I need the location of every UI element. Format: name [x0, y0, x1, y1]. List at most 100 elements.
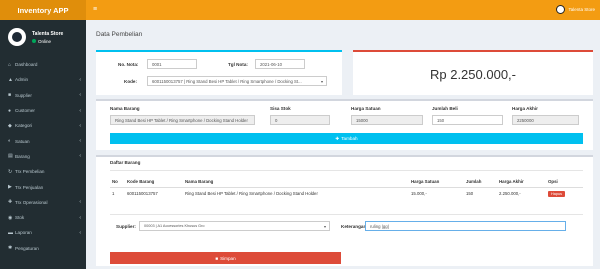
user-status: Online	[32, 39, 63, 44]
table-row: 1 6001150013757 Ring Stand Besi HP Tablet …	[110, 187, 583, 200]
user-panel: Talenta Store Online	[0, 20, 86, 54]
gear-icon: ✱	[8, 245, 13, 252]
sidebar-item-trx-penjualan[interactable]: ▶ Trx Penjualan	[0, 179, 86, 194]
column-header: Kode Barang	[125, 176, 183, 188]
sidebar-item-laporan[interactable]: ▬ Laporan ‹	[0, 225, 86, 240]
column-header: Harga Akhir	[497, 176, 546, 188]
sidebar-item-dashboard[interactable]: ⌂ Dashboard	[0, 57, 86, 72]
chevron-left-icon: ‹	[79, 199, 81, 206]
sisa-stok-label: Sisa Stok	[270, 106, 291, 111]
scale-icon: ◐	[8, 138, 12, 145]
sidebar-item-label: Customer	[15, 108, 35, 114]
cart-icon: ↻	[8, 168, 13, 175]
table-cell: 2.250.000,-	[499, 191, 521, 197]
sisa-stok-field[interactable]: 0	[270, 115, 330, 125]
harga-akhir-field[interactable]: 2250000	[512, 115, 579, 125]
chevron-left-icon: ‹	[79, 107, 81, 114]
truck-icon: ■	[8, 92, 12, 99]
detail-table: No Kode Barang Nama Barang Harga Satuan Juml…	[110, 176, 583, 200]
sidebar-item-label: Trx Pembelian	[15, 169, 45, 175]
nota-panel: No. Nota: 0001 Tgl Nota: 2021-06-10 Kode…	[96, 50, 342, 95]
total-panel: Rp 2.250.000,-	[353, 50, 593, 95]
user-menu[interactable]: Talenta Store	[556, 5, 595, 14]
kode-label: Kode:	[124, 79, 138, 84]
tag-icon: ◆	[8, 122, 12, 129]
sidebar-item-label: Laporan	[15, 230, 32, 236]
supplier-select-value: 00003 | A1 Accessories Khusus Gro	[144, 224, 205, 228]
chevron-down-icon: ▾	[320, 78, 323, 84]
user-icon: ▲	[8, 76, 13, 83]
sidebar: Talenta Store Online ⌂ Dashboard ▲ Admin ‹ ■ S…	[0, 20, 86, 269]
tgl-nota-field[interactable]: 2021-06-10	[255, 59, 305, 69]
sidebar-item-barang[interactable]: ▤ Barang ‹	[0, 149, 86, 164]
sidebar-item-trx-pembelian[interactable]: ↻ Trx Pembelian	[0, 164, 86, 179]
chevron-left-icon: ‹	[79, 92, 81, 99]
sidebar-menu: ⌂ Dashboard ▲ Admin ‹ ■ Supplier ‹ ● Customer ‹ ◆ Ka…	[0, 57, 86, 256]
sidebar-item-supplier[interactable]: ■ Supplier ‹	[0, 88, 86, 103]
sidebar-toggle-icon[interactable]: ≡	[93, 6, 97, 13]
kode-select[interactable]: 6001150013757 | Ring Stand Besi HP Table…	[147, 76, 327, 86]
chevron-left-icon: ‹	[79, 214, 81, 221]
no-nota-field[interactable]: 0001	[147, 59, 197, 69]
topbar-username: Talenta Store	[568, 7, 595, 12]
sidebar-item-admin[interactable]: ▲ Admin ‹	[0, 72, 86, 87]
hapus-button[interactable]: Hapus	[548, 190, 565, 197]
keterangan-input[interactable]: ruling |gg|	[365, 221, 566, 231]
kode-select-value: 6001150013757 | Ring Stand Besi HP Table…	[152, 78, 302, 84]
column-header: No	[110, 176, 125, 188]
sidebar-item-customer[interactable]: ● Customer ‹	[0, 103, 86, 118]
divider	[110, 214, 583, 215]
sidebar-item-label: Trx Penjualan	[15, 184, 44, 190]
sidebar-item-label: Satuan	[15, 138, 30, 144]
nama-barang-field[interactable]: Ring Stand Besi HP Tablet / Ring Smartph…	[110, 115, 255, 125]
jumlah-beli-label: Jumlah Beli	[432, 106, 458, 111]
user-avatar-icon	[556, 5, 566, 14]
daftar-barang-title: Daftar Barang	[110, 160, 141, 165]
chevron-left-icon: ‹	[79, 153, 81, 160]
tambah-button[interactable]: ✚ Tambah	[110, 133, 583, 144]
table-cell: Ring Stand Besi HP Tablet / Ring Smartph…	[185, 191, 318, 197]
avatar	[8, 28, 26, 46]
chevron-left-icon: ‹	[79, 122, 81, 129]
sidebar-item-label: Supplier	[15, 92, 32, 98]
sidebar-item-label: Stok	[15, 215, 25, 221]
total-amount: Rp 2.250.000,-	[429, 67, 516, 82]
sidebar-item-stok[interactable]: ◉ Stok ‹	[0, 210, 86, 225]
user-name: Talenta Store	[32, 30, 64, 37]
table-cell: Hapus	[546, 187, 583, 200]
sidebar-item-pengaturan[interactable]: ✱ Pengaturan	[0, 241, 86, 256]
online-dot-icon	[32, 39, 36, 43]
tambah-button-label: Tambah	[341, 136, 358, 141]
chevron-down-icon: ▾	[323, 223, 326, 229]
table-body: 1 6001150013757 Ring Stand Besi HP Tablet …	[110, 187, 583, 200]
dashboard-icon: ⌂	[8, 61, 12, 68]
chevron-left-icon: ‹	[79, 76, 81, 83]
supplier-select[interactable]: 00003 | A1 Accessories Khusus Gro ▾	[139, 221, 330, 231]
jumlah-beli-field[interactable]: 150	[432, 115, 503, 125]
cog-icon: ✚	[8, 199, 13, 206]
app-logo[interactable]: Inventory APP	[0, 0, 86, 20]
table-header: No Kode Barang Nama Barang Harga Satuan Juml…	[110, 176, 583, 188]
box-icon: ▤	[8, 153, 13, 160]
simpan-button[interactable]: ■ Simpan	[110, 252, 341, 264]
sidebar-item-trx-operasional[interactable]: ✚ Trx Operasional ‹	[0, 195, 86, 210]
simpan-button-label: Simpan	[220, 255, 236, 261]
chevron-left-icon: ‹	[79, 229, 81, 236]
stock-icon: ◉	[8, 214, 13, 221]
column-header: Jumlah	[464, 176, 497, 188]
harga-satuan-field[interactable]: 15000	[351, 115, 423, 125]
harga-satuan-label: Harga Satuan	[351, 106, 381, 111]
report-icon: ▬	[8, 229, 13, 236]
no-nota-label: No. Nota:	[118, 62, 139, 67]
table-cell: 6001150013757	[127, 191, 158, 197]
sidebar-item-kategori[interactable]: ◆ Kategori ‹	[0, 118, 86, 133]
top-navbar: ≡ Talenta Store	[86, 0, 600, 20]
keterangan-label: Keterangan:	[341, 224, 368, 229]
supplier-label: Supplier:	[116, 224, 136, 229]
page-title: Data Pembelian	[96, 31, 143, 38]
sidebar-item-label: Pengaturan	[15, 245, 39, 251]
money-icon: ▶	[8, 184, 12, 191]
table-cell: 150	[466, 191, 474, 197]
sidebar-item-label: Trx Operasional	[15, 199, 48, 205]
sidebar-item-satuan[interactable]: ◐ Satuan ‹	[0, 133, 86, 148]
